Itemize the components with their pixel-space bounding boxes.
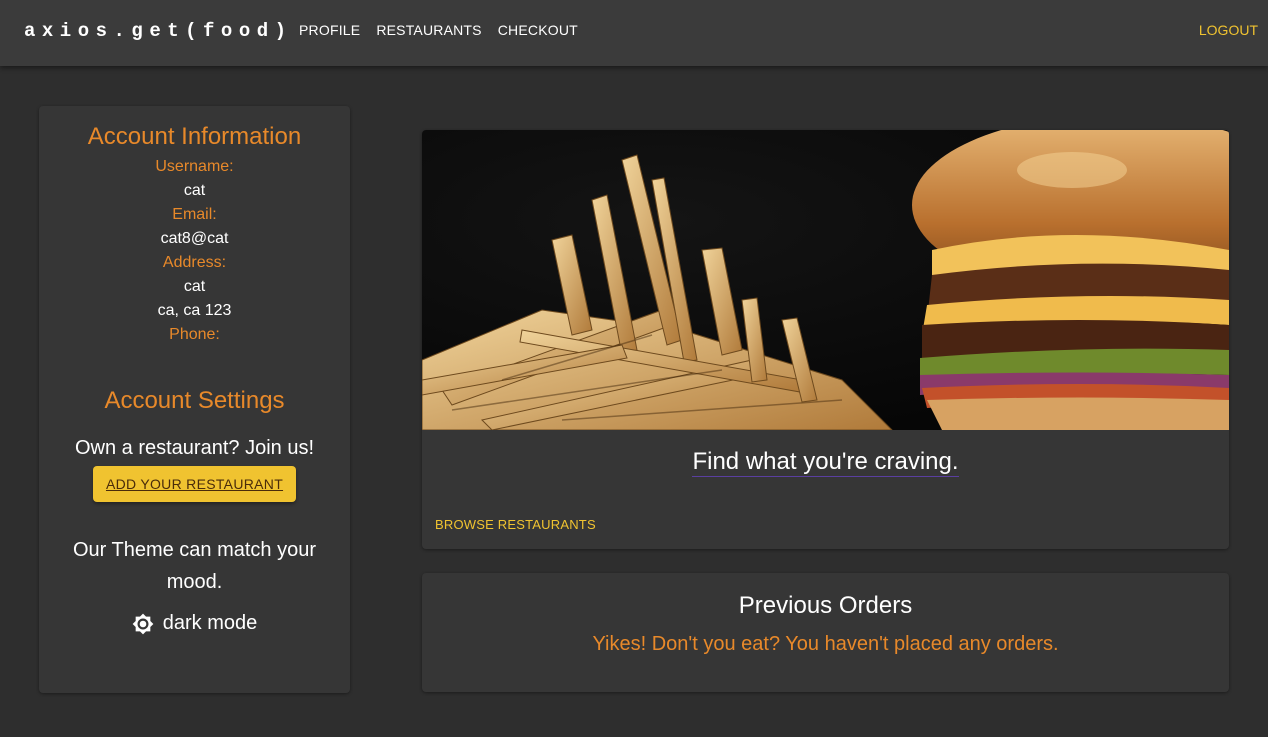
logout-button[interactable]: LOGOUT [1199, 22, 1258, 38]
main-nav: PROFILE RESTAURANTS CHECKOUT [291, 22, 586, 38]
theme-text: Our Theme can match your mood. [72, 539, 317, 593]
phone-label: Phone: [169, 326, 220, 343]
address-line1: cat [183, 278, 206, 295]
nav-profile[interactable]: PROFILE [291, 22, 368, 38]
burger-fries-image [422, 130, 1229, 430]
account-info-title: Account Information [87, 123, 302, 150]
email-label: Email: [172, 206, 217, 223]
account-settings-title: Account Settings [104, 387, 285, 414]
account-info: Username: cat Email: cat8@cat Address: c… [39, 155, 350, 347]
dark-mode-toggle[interactable]: dark mode [39, 612, 350, 635]
username-value: cat [183, 182, 206, 199]
dark-mode-label: dark mode [162, 612, 258, 634]
add-restaurant-button[interactable]: ADD YOUR RESTAURANT [93, 466, 296, 502]
email-value: cat8@cat [160, 230, 229, 247]
brand-logo[interactable]: axios.get(food) [24, 20, 293, 42]
account-panel: Account Information Username: cat Email:… [39, 106, 350, 693]
browse-restaurants-button[interactable]: BROWSE RESTAURANTS [435, 517, 596, 532]
nav-restaurants[interactable]: RESTAURANTS [368, 22, 489, 38]
address-label: Address: [162, 254, 227, 271]
nav-checkout[interactable]: CHECKOUT [490, 22, 586, 38]
orders-empty-message: Yikes! Don't you eat? You haven't placed… [592, 633, 1059, 655]
app-bar: axios.get(food) PROFILE RESTAURANTS CHEC… [0, 0, 1268, 66]
hero-card: Find what you're craving. BROWSE RESTAUR… [422, 130, 1229, 549]
username-label: Username: [155, 158, 234, 175]
brightness-icon [132, 613, 154, 634]
address-line2: ca, ca 123 [157, 302, 232, 319]
own-restaurant-text: Own a restaurant? Join us! [74, 437, 314, 459]
hero-tagline-text: Find what you're craving. [692, 448, 959, 477]
hero-tagline: Find what you're craving. [422, 448, 1229, 477]
previous-orders-card: Previous Orders Yikes! Don't you eat? Yo… [422, 573, 1229, 692]
previous-orders-title: Previous Orders [738, 592, 913, 619]
